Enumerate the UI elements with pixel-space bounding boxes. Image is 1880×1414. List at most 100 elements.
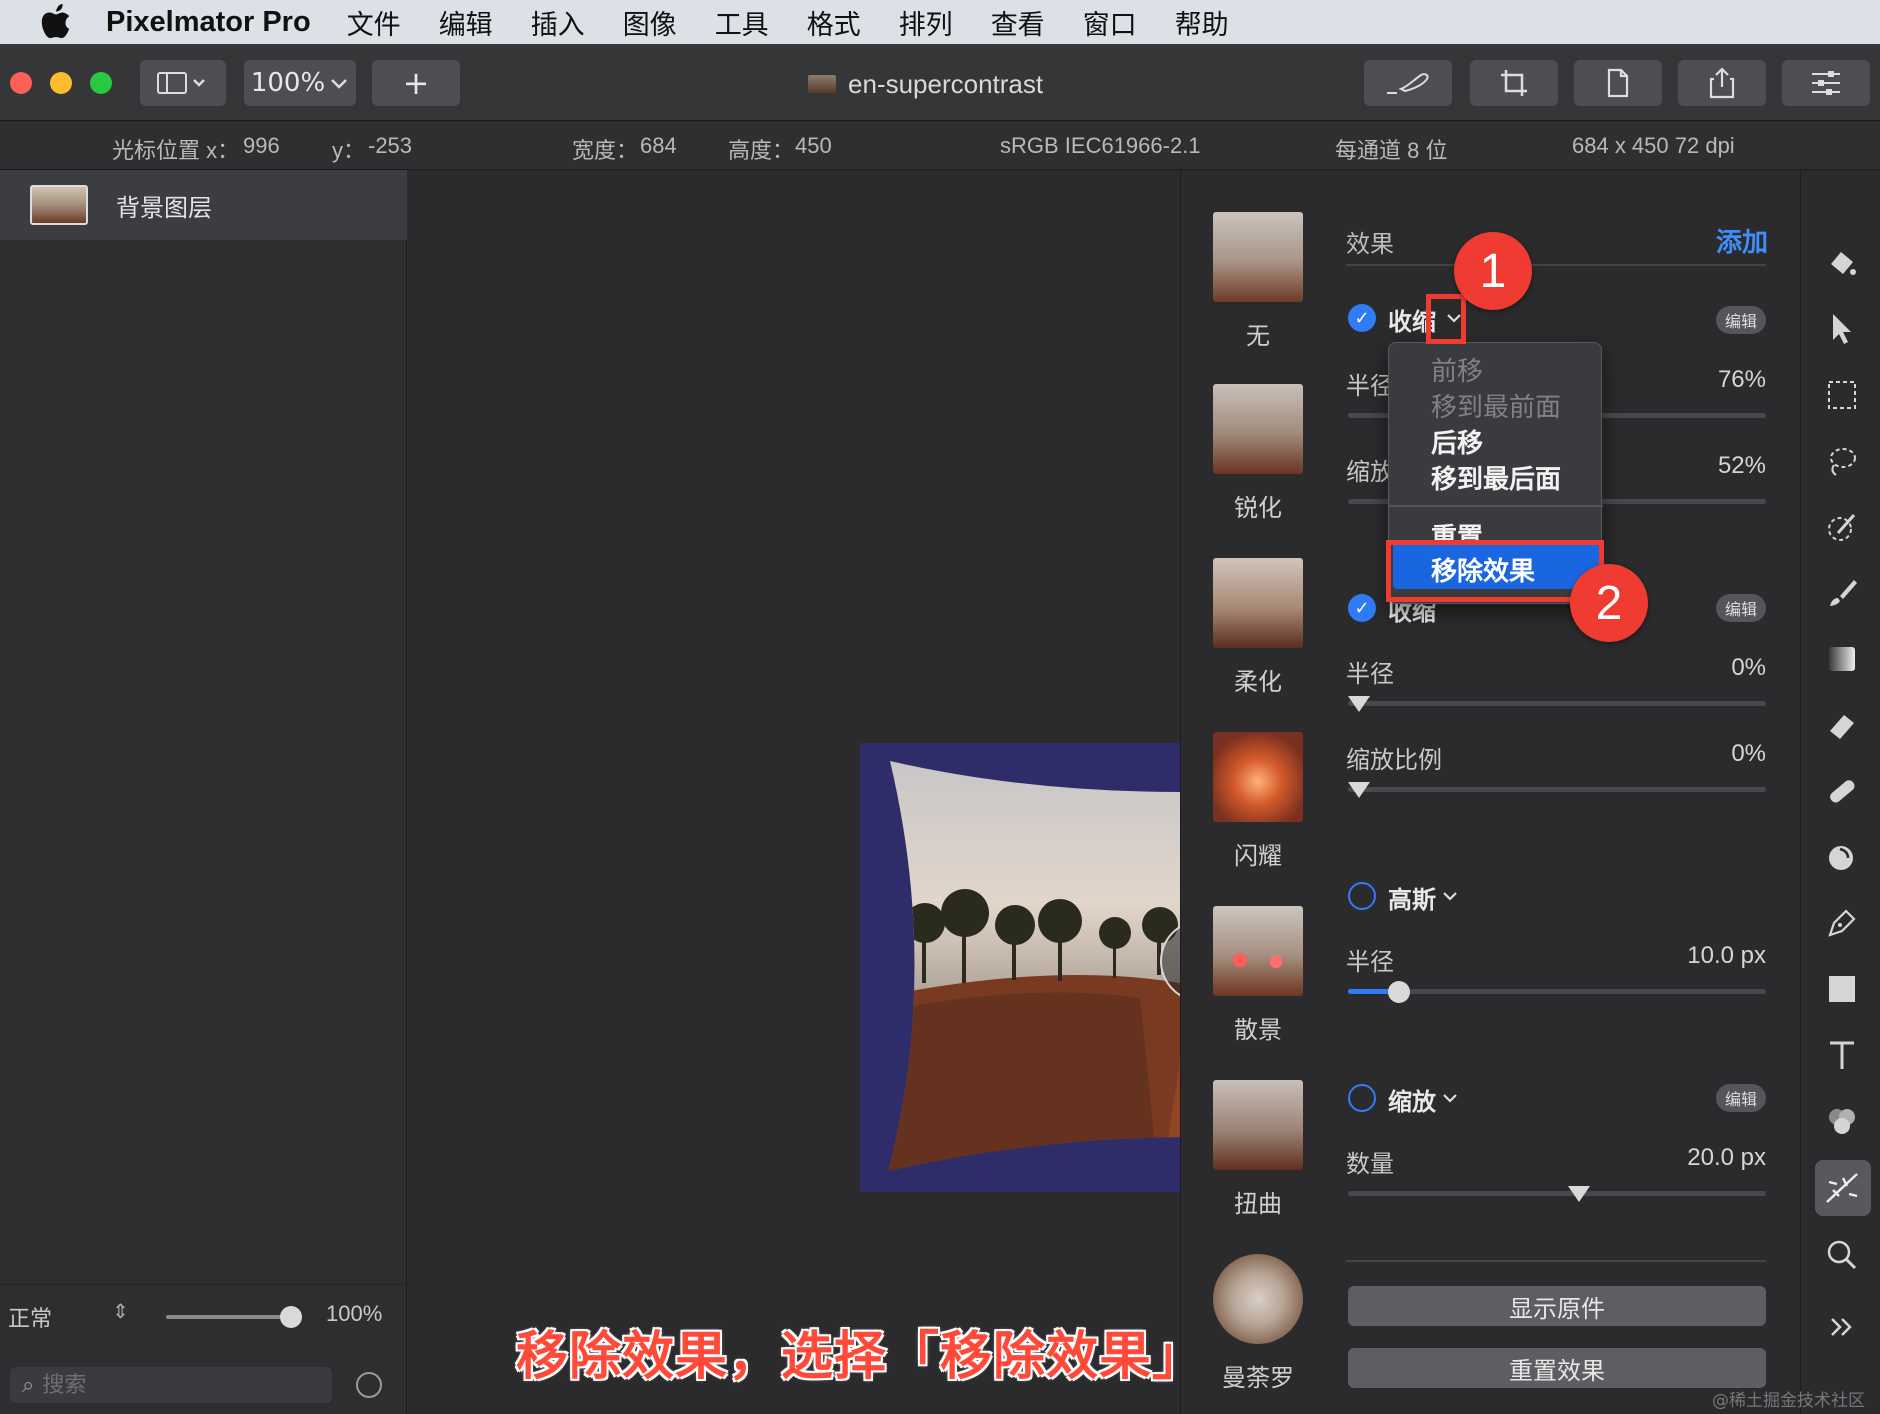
cursor-y-value: -253	[368, 133, 413, 158]
close-window-button[interactable]	[10, 72, 32, 94]
adjustments-button[interactable]	[1782, 60, 1870, 106]
effect1-param-value: 76%	[1717, 366, 1766, 393]
menu-file[interactable]: 文件	[347, 3, 401, 42]
canvas-area[interactable]: 移除效果，选择「移除效果」	[408, 170, 1543, 1414]
layer-search[interactable]: ⌕	[10, 1367, 332, 1403]
crop-button[interactable]	[1470, 60, 1558, 106]
step-badge-2: 2	[1570, 564, 1648, 642]
menu-image[interactable]: 图像	[623, 3, 677, 42]
effect4-edit-button[interactable]: 编辑	[1716, 1084, 1766, 1112]
eraser-icon[interactable]	[1823, 706, 1861, 744]
share-button[interactable]	[1678, 60, 1766, 106]
effect-thumbnail	[1213, 906, 1303, 996]
distort-icon[interactable]	[1823, 838, 1861, 876]
effect3-param-slider-knob[interactable]	[1388, 981, 1410, 1003]
more-icon[interactable]	[1823, 1308, 1861, 1346]
lasso-icon[interactable]	[1823, 442, 1861, 480]
effect2-param-slider[interactable]	[1348, 701, 1766, 706]
gradient-icon[interactable]	[1823, 640, 1861, 678]
effect4-toggle[interactable]	[1348, 1084, 1376, 1112]
effect-preset-soften[interactable]: 柔化	[1213, 558, 1303, 697]
minimize-window-button[interactable]	[50, 72, 72, 94]
menu-item-send-backward[interactable]: 后移	[1431, 423, 1483, 460]
effect4-chevron-down-icon[interactable]	[1440, 1090, 1460, 1106]
zoom-icon[interactable]	[1823, 1236, 1861, 1274]
effects-icon[interactable]	[1815, 1160, 1871, 1216]
layer-row[interactable]: 背景图层	[0, 170, 407, 240]
effect-preset-label: 散景	[1234, 1016, 1282, 1044]
effect-thumbnail	[1213, 732, 1303, 822]
zoom-dropdown[interactable]: 100%	[244, 60, 356, 106]
effect2-param-slider-knob[interactable]	[1348, 696, 1370, 712]
info-bar: 光标位置 x： 996 y： -253 宽度： 684 高度： 450 sRGB…	[0, 122, 1880, 170]
add-button[interactable]: +	[372, 60, 460, 106]
text-icon[interactable]	[1823, 1036, 1861, 1074]
effect3-param-label: 半径	[1346, 948, 1394, 976]
menu-arrange[interactable]: 排列	[899, 3, 953, 42]
menu-help[interactable]: 帮助	[1175, 3, 1229, 42]
pen-icon[interactable]	[1823, 904, 1861, 942]
effect-preset-none[interactable]: 无	[1213, 212, 1303, 351]
effect-preset-sharpen[interactable]: 锐化	[1213, 384, 1303, 523]
page-icon	[1607, 68, 1629, 98]
arrow-icon[interactable]	[1823, 310, 1861, 348]
opacity-value: 100%	[326, 1301, 383, 1326]
effect3-chevron-down-icon[interactable]	[1440, 888, 1460, 904]
layer-search-input[interactable]	[42, 1372, 293, 1398]
paint-bucket-icon[interactable]	[1823, 244, 1861, 282]
width-label: 宽度：	[572, 138, 639, 163]
effect-preset-mandala[interactable]: 曼荼罗	[1213, 1254, 1303, 1393]
menu-tools[interactable]: 工具	[715, 3, 769, 42]
menu-edit[interactable]: 编辑	[439, 3, 493, 42]
crop-icon	[1501, 70, 1527, 96]
menu-format[interactable]: 格式	[807, 3, 861, 42]
effect-thumbnail	[1213, 558, 1303, 648]
sliders-icon	[1812, 71, 1840, 95]
effect-preset-label: 闪耀	[1234, 842, 1282, 870]
document-button[interactable]	[1574, 60, 1662, 106]
filter-icon[interactable]	[356, 1372, 382, 1398]
effect-preset-label: 无	[1246, 322, 1270, 350]
blend-mode-select[interactable]: 正常	[8, 1301, 52, 1333]
effect4-param-slider-knob[interactable]	[1568, 1186, 1590, 1202]
reset-effects-button[interactable]: 重置效果	[1348, 1348, 1766, 1388]
opacity-slider-knob[interactable]	[280, 1306, 302, 1328]
layers-panel: 背景图层 正常 ⇕ 100% ⌕	[0, 170, 407, 1414]
menu-view[interactable]: 查看	[991, 3, 1045, 42]
effect4-param-slider[interactable]	[1348, 1191, 1766, 1196]
zoom-window-button[interactable]	[90, 72, 112, 94]
effect3-toggle[interactable]	[1348, 882, 1376, 910]
rect-select-icon[interactable]	[1823, 376, 1861, 414]
menu-insert[interactable]: 插入	[531, 3, 585, 42]
menu-item-send-to-back[interactable]: 移到最后面	[1431, 459, 1561, 496]
app-name-menu[interactable]: Pixelmator Pro	[106, 6, 311, 39]
brush-icon[interactable]	[1823, 574, 1861, 612]
sidebar-toggle-button[interactable]	[140, 60, 226, 106]
apple-icon[interactable]	[40, 4, 72, 40]
menu-window[interactable]: 窗口	[1083, 3, 1137, 42]
effect2-param-value: 0%	[1731, 654, 1766, 681]
shape-icon[interactable]	[1823, 970, 1861, 1008]
magic-wand-icon[interactable]	[1823, 508, 1861, 546]
effect2-param2-slider[interactable]	[1348, 787, 1766, 792]
sidebar-icon	[157, 72, 205, 94]
effect1-toggle[interactable]: ✓	[1348, 304, 1376, 332]
effect-preset-glow[interactable]: 闪耀	[1213, 732, 1303, 871]
effect-preset-bokeh[interactable]: 散景	[1213, 906, 1303, 1045]
effect2-toggle[interactable]: ✓	[1348, 594, 1376, 622]
color-adjust-icon[interactable]	[1823, 1102, 1861, 1140]
bandage-icon[interactable]	[1823, 772, 1861, 810]
effect2-param2-slider-knob[interactable]	[1348, 782, 1370, 798]
height-value: 450	[795, 133, 832, 158]
show-original-button[interactable]: 显示原件	[1348, 1286, 1766, 1326]
updown-chevron-icon[interactable]: ⇕	[112, 1299, 129, 1323]
tools-strip	[1800, 170, 1880, 1414]
paint-tool-button[interactable]	[1364, 60, 1452, 106]
effect4-name: 缩放	[1388, 1088, 1436, 1116]
opacity-slider[interactable]	[166, 1315, 292, 1319]
effect1-edit-button[interactable]: 编辑	[1716, 306, 1766, 334]
effect2-edit-button[interactable]: 编辑	[1716, 594, 1766, 622]
add-effect-button[interactable]: 添加	[1716, 222, 1768, 259]
effect3-param-slider[interactable]	[1348, 989, 1766, 994]
effect-preset-distort[interactable]: 扭曲	[1213, 1080, 1303, 1219]
